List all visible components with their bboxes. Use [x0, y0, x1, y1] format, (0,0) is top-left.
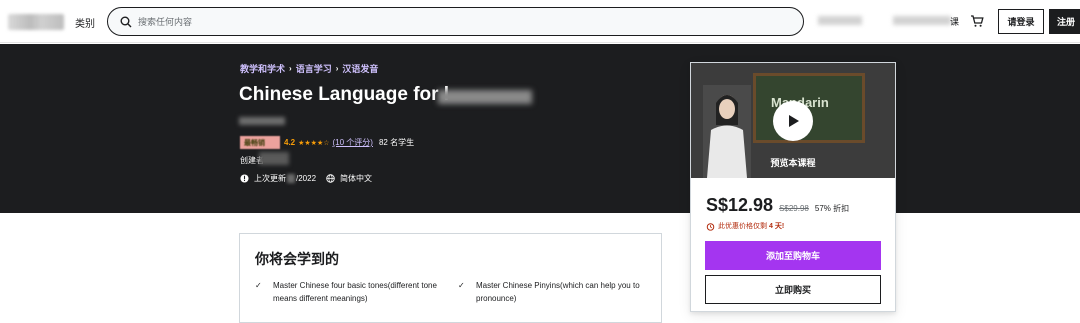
- rating-row: 最畅销 4.2 ★★★★☆ (10 个评分) 82 名学生: [240, 136, 414, 149]
- checkmark-icon: ✓: [255, 281, 262, 290]
- nav-link-blurred[interactable]: [818, 16, 862, 25]
- last-updated-date: /2022: [296, 174, 317, 183]
- discount-percent: 57% 折扣: [814, 204, 850, 213]
- subtitle-redacted: [239, 117, 285, 125]
- meta-row: 上次更新 /2022 简体中文: [240, 173, 372, 184]
- title-redacted: [438, 90, 532, 104]
- breadcrumb: 教学和学术 › 语言学习 › 汉语发音: [240, 62, 378, 75]
- alarm-clock-icon: [706, 222, 715, 231]
- bestseller-badge: 最畅销: [240, 136, 280, 149]
- original-price: S$29.98: [779, 204, 809, 213]
- creator-redacted[interactable]: [259, 152, 289, 165]
- top-navbar: 类别 课 请登录 注册: [0, 0, 1080, 43]
- course-title: Chinese Language for l: [239, 84, 450, 105]
- buy-now-button[interactable]: 立即购买: [705, 275, 881, 304]
- learn-item: ✓ Master Chinese four basic tones(differ…: [255, 279, 445, 307]
- search-bar[interactable]: [107, 7, 804, 36]
- rating-value: 4.2: [284, 138, 296, 147]
- search-icon[interactable]: [120, 16, 132, 28]
- login-button[interactable]: 请登录: [998, 9, 1044, 34]
- site-logo[interactable]: [8, 14, 64, 30]
- rating-count-link[interactable]: (10 个评分): [333, 137, 373, 148]
- add-to-cart-button[interactable]: 添加至购物车: [705, 241, 881, 270]
- globe-icon: [326, 174, 335, 183]
- learn-item: ✓ Master Chinese Pinyins(which can help …: [458, 279, 648, 307]
- course-language: 简体中文: [340, 174, 373, 183]
- nav-link-blurred-2[interactable]: [893, 16, 951, 25]
- preview-label[interactable]: 预览本课程: [691, 156, 895, 169]
- course-hero: 教学和学术 › 语言学习 › 汉语发音 Chinese Language for…: [0, 44, 1080, 213]
- timer-text: 此优惠价格仅剩: [718, 223, 767, 230]
- learn-item-text: Master Chinese Pinyins(which can help yo…: [476, 281, 640, 303]
- current-price: S$12.98: [706, 195, 774, 215]
- language-info: 简体中文: [326, 173, 372, 184]
- breadcrumb-item[interactable]: 汉语发音: [342, 62, 378, 75]
- purchase-card: Mandarin ese 预览本课程 S$12.98 S$29.98 57% 折…: [690, 62, 896, 312]
- what-you-will-learn-box: 你将会学到的 ✓ Master Chinese four basic tones…: [239, 233, 662, 323]
- play-icon: [789, 115, 799, 127]
- offer-timer: 此优惠价格仅剩 4 天!: [706, 221, 786, 231]
- date-redacted: [287, 174, 295, 183]
- signup-button[interactable]: 注册: [1049, 9, 1080, 34]
- last-updated-label: 上次更新: [254, 174, 286, 183]
- chevron-right-icon: ›: [335, 64, 339, 73]
- checkmark-icon: ✓: [458, 281, 465, 290]
- chevron-right-icon: ›: [289, 64, 292, 73]
- price-row: S$12.98 S$29.98 57% 折扣: [706, 195, 849, 216]
- nav-link-tail[interactable]: 课: [950, 15, 959, 28]
- breadcrumb-item[interactable]: 教学和学术: [240, 62, 285, 75]
- section-title: 你将会学到的: [255, 251, 339, 267]
- timer-days: 4 天!: [769, 223, 785, 230]
- search-input[interactable]: [138, 12, 778, 32]
- star-rating-icon: ★★★★☆: [298, 139, 330, 147]
- student-count: 82 名学生: [378, 138, 415, 147]
- cart-icon[interactable]: [970, 14, 984, 28]
- breadcrumb-item[interactable]: 语言学习: [296, 62, 332, 75]
- alert-info-icon: [240, 174, 249, 183]
- categories-link[interactable]: 类别: [75, 15, 95, 30]
- learn-item-text: Master Chinese four basic tones(differen…: [273, 281, 437, 303]
- course-preview-video[interactable]: Mandarin ese 预览本课程: [691, 63, 895, 178]
- play-button[interactable]: [773, 101, 813, 141]
